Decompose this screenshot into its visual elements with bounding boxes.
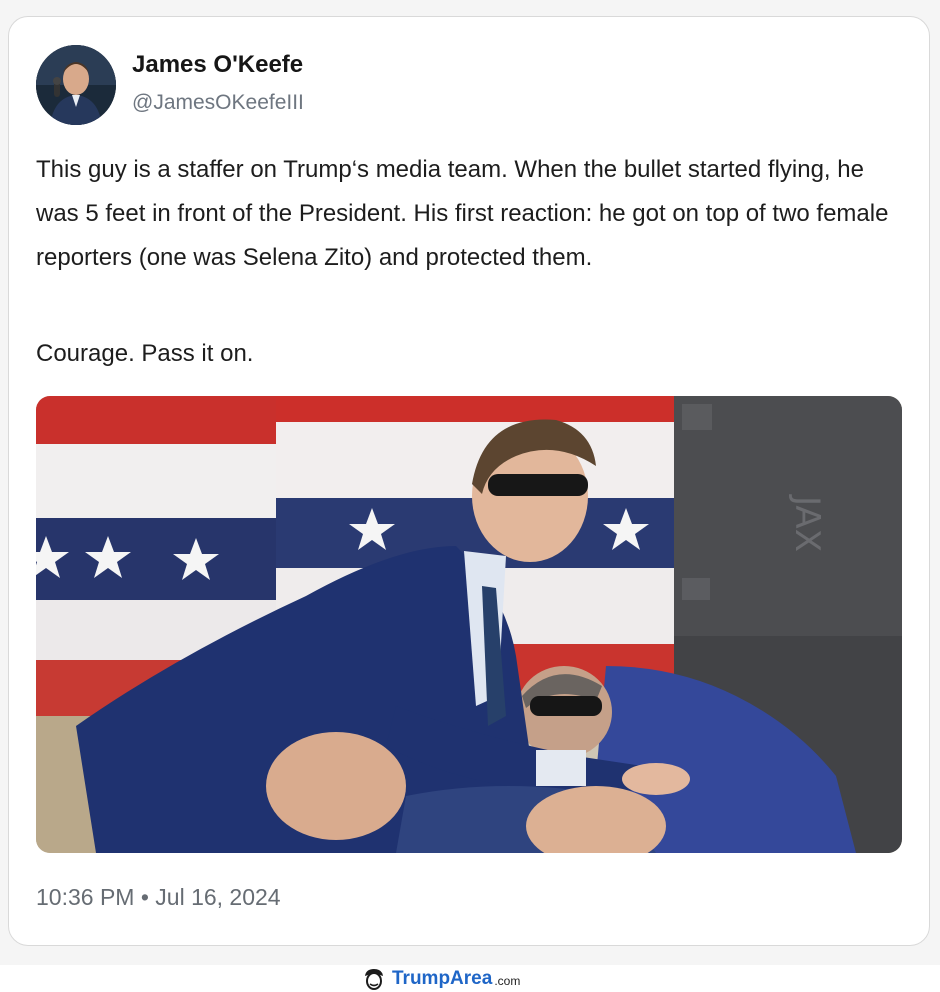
brand-tld: .com (494, 974, 521, 988)
brand-name: TrumpArea (392, 968, 493, 989)
author-handle[interactable]: @JamesOKeefeIII (132, 91, 304, 115)
photo-image: JAX (36, 396, 902, 853)
tweet-tagline: Courage. Pass it on. (36, 340, 254, 367)
tweet-body: This guy is a staffer on Trump‘s media t… (36, 156, 889, 271)
tweet-timestamp[interactable]: 10:36 PM • Jul 16, 2024 (36, 884, 281, 911)
trump-face-icon (365, 969, 383, 990)
svg-text:JAX: JAX (787, 494, 827, 552)
avatar-image (36, 45, 116, 125)
author-avatar[interactable] (36, 45, 116, 125)
brand-watermark[interactable]: TrumpArea .com (362, 966, 520, 992)
author-name[interactable]: James O'Keefe (132, 51, 303, 79)
tweet-photo[interactable]: JAX (36, 396, 902, 853)
